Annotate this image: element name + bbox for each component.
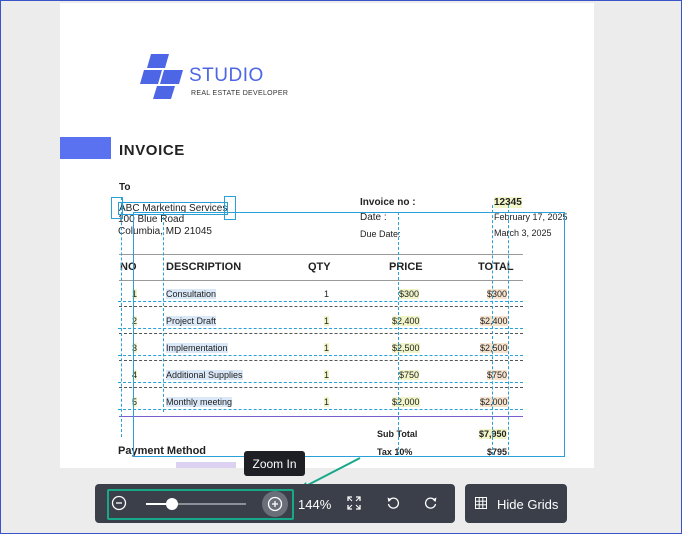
grid-guide-vertical <box>398 212 399 455</box>
zoom-out-button[interactable] <box>108 492 130 514</box>
rotate-left-icon <box>387 497 400 509</box>
grid-guide-horizontal <box>118 409 523 410</box>
rotate-left-button[interactable] <box>382 492 404 514</box>
hide-grids-label: Hide Grids <box>497 497 559 512</box>
grid-icon-wrap <box>470 492 492 514</box>
grid-guide-vertical <box>508 205 509 455</box>
brand-name: STUDIO <box>189 65 264 86</box>
invoice-title: INVOICE <box>119 142 185 159</box>
rotate-right-button[interactable] <box>420 492 442 514</box>
payment-bank-highlight <box>176 462 236 468</box>
grid-guide-horizontal <box>118 301 523 302</box>
zoom-percentage: 144% <box>298 497 332 512</box>
title-accent-bar <box>60 137 111 159</box>
grid-handle-right[interactable] <box>224 196 236 220</box>
rotate-right-icon <box>424 497 437 509</box>
grid-icon <box>475 497 487 509</box>
zoom-out-icon <box>111 495 127 511</box>
zoom-in-button[interactable] <box>262 491 288 517</box>
fit-screen-button[interactable] <box>343 492 365 514</box>
zoom-slider-thumb[interactable] <box>166 498 178 510</box>
invoice-no-label: Invoice no : <box>360 197 416 208</box>
grid-guide-vertical <box>121 197 122 437</box>
brand-tagline: REAL ESTATE DEVELOPER <box>191 90 289 97</box>
zoom-in-icon <box>267 496 283 512</box>
fit-screen-icon <box>347 496 361 510</box>
grid-guide-vertical <box>492 205 493 455</box>
grid-selection-box <box>133 212 565 457</box>
grid-guide-horizontal <box>118 328 523 329</box>
studio-logo-icon <box>140 54 183 99</box>
to-label: To <box>119 182 131 193</box>
grid-guide-horizontal <box>118 382 523 383</box>
grid-guide-horizontal <box>118 355 523 356</box>
